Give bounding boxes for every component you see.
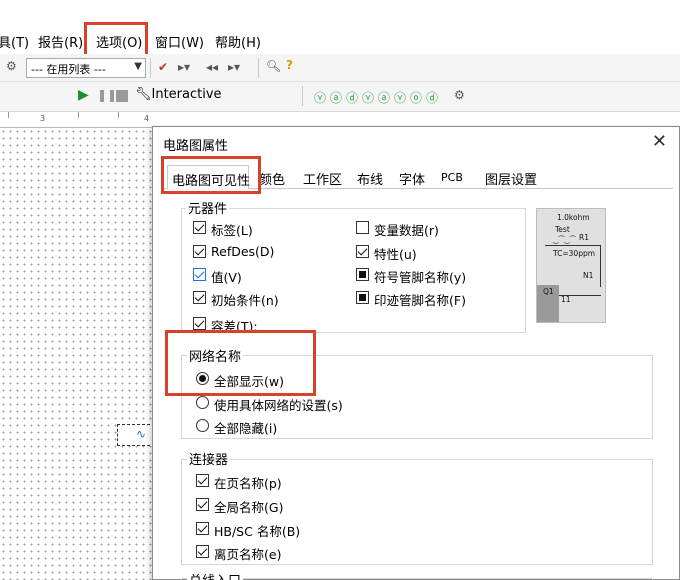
bus-entry-group-label: 总线入口 [187, 570, 244, 580]
place-icon[interactable]: ▸▾ [178, 60, 190, 74]
variant-data-checkbox-text: 变量数据(r) [374, 223, 439, 238]
symbol-pin-names-checkbox-text: 符号管脚名称(y) [374, 270, 467, 285]
waveform-icon: ∿ [136, 427, 147, 441]
component-preview: 1.0kohm Test R1 ‿⁀‿⁀ TC=30ppm N1 Q1 11 [536, 208, 606, 323]
preview-wire [545, 245, 601, 246]
wrench-icon: 🔧︎ [135, 87, 152, 102]
preview-r-ref: R1 [579, 233, 589, 242]
tolerance-checkbox[interactable] [193, 317, 206, 330]
interactive-button[interactable]: 🔧︎Interactive [135, 87, 222, 102]
net-hide-all-radio[interactable] [196, 419, 209, 432]
tab-workspace[interactable]: 工作区 [303, 167, 342, 189]
menu-help[interactable]: 帮助(H) [215, 32, 261, 51]
menu-report[interactable]: 报告(R) [38, 32, 83, 51]
footprint-pin-names-checkbox[interactable] [356, 291, 369, 304]
preview-resistance: 1.0kohm [557, 213, 590, 222]
chevron-down-icon: ▼ [134, 61, 142, 72]
close-icon[interactable]: ✕ [652, 131, 667, 152]
schematic-component[interactable]: ∿ [117, 424, 155, 446]
preview-wire-right [600, 245, 601, 287]
net-specific-settings-text: 使用具体网络的设置(s) [214, 398, 343, 413]
preview-pin: 11 [561, 295, 571, 304]
hbsc-names-checkbox[interactable] [196, 522, 209, 535]
interactive-label: Interactive [151, 87, 222, 102]
highlight-visibility-tab [161, 156, 261, 194]
connectors-group-label: 连接器 [187, 449, 231, 468]
tab-layer-settings[interactable]: 图层设置 [485, 167, 537, 189]
zoom-icon[interactable]: 🔍︎ [266, 59, 281, 73]
initial-conditions-checkbox-text: 初始条件(n) [211, 293, 279, 308]
preview-q-ref: Q1 [543, 287, 554, 296]
toolbar-simulation: ▶ ❚❚ 🔧︎Interactive ⓥⓐⓓⓥⓐⓥⓞⓓ ⚙ [0, 82, 680, 112]
highlight-options-menu [84, 22, 148, 58]
attributes-checkbox-text: 特性(u) [374, 247, 417, 262]
toolbar-top: ⚙ --- 在用列表 --- ▼ ✔ ▸▾ ◂◂ ▸▾ 🔍︎ ? [0, 54, 680, 82]
check-icon[interactable]: ✔ [158, 60, 168, 74]
run-icon[interactable]: ▶ [78, 87, 89, 103]
net-specific-settings-radio[interactable] [196, 396, 209, 409]
menu-window[interactable]: 窗口(W) [155, 32, 204, 51]
label-checkbox[interactable] [193, 221, 206, 234]
net-hide-all-text: 全部隐藏(i) [214, 421, 278, 436]
off-page-names-checkbox[interactable] [196, 545, 209, 558]
dialog-title: 电路图属性 [163, 139, 229, 154]
refdes-checkbox[interactable] [193, 245, 206, 258]
highlight-net-names [165, 330, 316, 396]
on-page-names-checkbox[interactable] [196, 474, 209, 487]
ruler-tick-3: 3 [40, 114, 46, 123]
attributes-checkbox[interactable] [356, 245, 369, 258]
pause-icon[interactable]: ❚❚ [97, 88, 117, 102]
in-use-list-combo[interactable]: --- 在用列表 --- ▼ [26, 58, 146, 78]
component-group-label: 元器件 [186, 198, 230, 217]
move-icon[interactable]: ◂◂ [206, 60, 218, 74]
footprint-pin-names-checkbox-text: 印迹管脚名称(F) [374, 293, 466, 308]
symbol-pin-names-checkbox[interactable] [356, 268, 369, 281]
global-names-checkbox[interactable] [196, 498, 209, 511]
variant-data-checkbox[interactable] [356, 221, 369, 234]
help-icon[interactable]: ? [286, 58, 293, 72]
preview-wire-bottom [559, 295, 601, 296]
resistor-symbol: ‿⁀‿⁀ [553, 236, 576, 244]
preview-test: Test [555, 225, 570, 234]
place2-icon[interactable]: ▸▾ [228, 60, 240, 74]
preview-tc: TC=30ppm [553, 249, 596, 258]
tab-colors[interactable]: 颜色 [259, 167, 285, 189]
menu-tools[interactable]: 具(T) [0, 32, 29, 51]
screen: 具(T) 报告(R) 选项(O) 窗口(W) 帮助(H) ⚙ --- 在用列表 … [0, 0, 680, 580]
tab-wiring[interactable]: 布线 [357, 167, 383, 189]
component-list-icon[interactable]: ⚙ [6, 59, 17, 73]
value-checkbox[interactable] [193, 268, 206, 281]
refdes-checkbox-text: RefDes(D) [211, 244, 275, 259]
off-page-names-text: 离页名称(e) [214, 547, 282, 562]
initial-conditions-checkbox[interactable] [193, 291, 206, 304]
tab-font[interactable]: 字体 [399, 167, 425, 189]
preview-node: N1 [583, 271, 594, 280]
stop-icon[interactable] [116, 90, 128, 102]
global-names-text: 全局名称(G) [214, 500, 284, 515]
settings-gear-icon[interactable]: ⚙ [454, 88, 465, 102]
hbsc-names-text: HB/SC 名称(B) [214, 524, 301, 539]
tab-pcb[interactable]: PCB [441, 167, 463, 189]
ruler-tick-4: 4 [144, 114, 150, 123]
probe-icons[interactable]: ⓥⓐⓓⓥⓐⓥⓞⓓ [314, 89, 442, 106]
on-page-names-text: 在页名称(p) [214, 476, 282, 491]
label-checkbox-text: 标签(L) [211, 223, 253, 238]
value-checkbox-text: 值(V) [211, 270, 242, 285]
